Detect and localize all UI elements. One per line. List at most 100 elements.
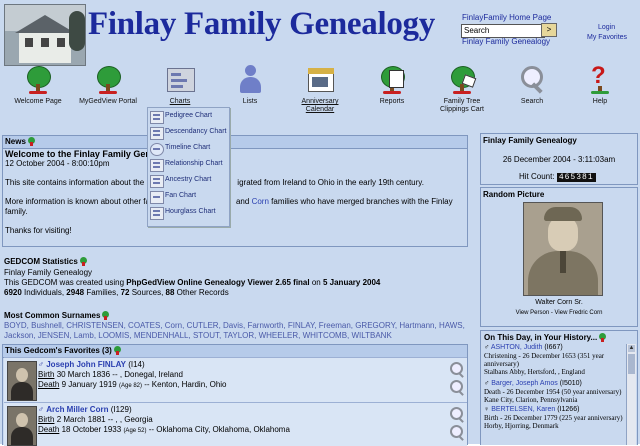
tree-icon	[79, 257, 87, 266]
nav-help[interactable]: ? Help	[568, 62, 632, 106]
sidebar-datetime: 26 December 2004 - 3:11:03am	[502, 155, 616, 164]
gedcom-stats-panel: GEDCOM Statistics Finlay Family Genealog…	[2, 257, 466, 343]
magnifier-icon[interactable]	[450, 425, 463, 438]
person-link[interactable]: Arch Miller Corn	[46, 405, 108, 414]
picture-links[interactable]: View Person - View Fredric Corn	[481, 308, 637, 318]
favorite-birth: Birth 2 March 1881 -- , , Georgia	[38, 415, 153, 424]
descendancy-chart-icon	[150, 127, 164, 140]
favorite-item: ♂ Joseph John FINLAY (I14) Birth 30 Marc…	[4, 357, 467, 402]
tree-icon	[113, 346, 121, 355]
charts-icon	[165, 64, 195, 94]
scroll-up-icon[interactable]: ▲	[628, 345, 635, 352]
nav-anniversary-calendar[interactable]: Anniversary Calendar	[288, 64, 352, 114]
menu-item-descendancy-chart[interactable]: Descendancy Chart	[150, 126, 228, 140]
news-paragraph-2-end: family.	[5, 207, 28, 216]
magnifier-icon[interactable]	[450, 380, 463, 393]
picture-caption: Walter Corn Sr.	[535, 299, 583, 306]
nav-label: Reports	[379, 98, 405, 105]
hit-counter: Hit Count: 465381	[519, 172, 596, 182]
menu-item-hourglass-chart[interactable]: Hourglass Chart	[150, 206, 228, 220]
event-item: ♂ Barger, Joseph Amos (I5010) Death - 26…	[484, 380, 622, 404]
nav-label: Anniversary Calendar	[301, 98, 339, 113]
gedcom-created-line: This GEDCOM was created using PhpGedView…	[4, 278, 381, 287]
tree-icon	[102, 311, 110, 320]
on-this-day-panel: On This Day, in Your History... ♂ ASHTON…	[480, 330, 638, 445]
hit-count-value: 465381	[556, 173, 596, 182]
favorites-panel: This Gedcom's Favorites (3) ♂ Joseph Joh…	[2, 344, 468, 446]
sidebar-site-title: Finlay Family Genealogy	[483, 136, 577, 145]
tree-icon	[93, 64, 123, 94]
on-this-day-heading: On This Day, in Your History...	[484, 333, 607, 343]
nav-label: Charts	[169, 98, 191, 105]
event-list-scrollbar[interactable]: ▲	[626, 344, 636, 445]
calendar-icon	[305, 64, 335, 94]
my-favorites-link[interactable]: My Favorites	[587, 34, 627, 41]
menu-item-timeline-chart[interactable]: Timeline Chart	[150, 142, 228, 156]
favorite-name-line: ♂ Joseph John FINLAY (I14)	[38, 360, 145, 369]
random-picture-panel: Random Picture Walter Corn Sr. View Pers…	[480, 187, 638, 327]
nav-lists[interactable]: Lists	[218, 64, 282, 106]
relationship-chart-icon	[150, 159, 164, 172]
surnames-heading: Most Common Surnames	[4, 311, 110, 321]
gedcom-stats-heading: GEDCOM Statistics	[4, 257, 87, 267]
ancestry-chart-icon	[150, 175, 164, 188]
nav-label: Help	[592, 98, 608, 105]
nav-label: Lists	[242, 98, 258, 105]
news-heading: News	[3, 136, 467, 149]
tree-icon	[23, 64, 53, 94]
portrait-photo[interactable]	[7, 406, 37, 446]
favorite-birth: Birth 30 March 1836 -- , Donegal, Irelan…	[38, 370, 183, 379]
surname-list-line-1[interactable]: BOYD, Bushnell, CHRISTENSEN, COATES, Cor…	[4, 321, 465, 331]
scroll-thumb[interactable]	[628, 354, 635, 374]
gedcom-name: Finlay Family Genealogy	[4, 268, 93, 277]
favorite-death: Death 18 October 1933 (Age 52) -- Oklaho…	[38, 425, 290, 434]
timeline-chart-icon	[150, 143, 164, 156]
nav-clippings-cart[interactable]: Family Tree Clippings Cart	[430, 64, 494, 114]
clippings-icon	[447, 64, 477, 94]
portrait-photo[interactable]	[7, 361, 37, 401]
fan-chart-icon	[150, 191, 164, 204]
tree-icon	[27, 137, 35, 146]
magnifier-icon[interactable]	[450, 362, 463, 375]
nav-label: Family Tree Clippings Cart	[440, 98, 484, 113]
house-photo	[4, 4, 86, 66]
event-person-link[interactable]: BERTELSEN, Karen	[491, 406, 555, 413]
favorite-name-line: ♂ Arch Miller Corn (I129)	[38, 405, 132, 414]
event-person-link[interactable]: ASHTON, Judith	[491, 344, 543, 351]
login-link[interactable]: Login	[598, 24, 615, 31]
menu-item-ancestry-chart[interactable]: Ancestry Chart	[150, 174, 228, 188]
event-item: ♂ ASHTON, Judith (I667) Christening - 26…	[484, 344, 605, 376]
favorite-item: ♂ Arch Miller Corn (I129) Birth 2 March …	[4, 402, 467, 446]
menu-item-fan-chart[interactable]: Fan Chart	[150, 190, 228, 204]
help-icon: ?	[585, 62, 615, 94]
home-page-link[interactable]: FinlayFamily Home Page	[462, 13, 551, 22]
gedcom-title-link[interactable]: Finlay Family Genealogy	[462, 37, 550, 46]
random-picture-photo[interactable]	[523, 202, 603, 296]
nav-mygedview-portal[interactable]: MyGedView Portal	[76, 64, 140, 106]
reports-icon	[377, 64, 407, 94]
nav-search[interactable]: Search	[500, 64, 564, 106]
corn-link[interactable]: Corn	[252, 197, 269, 206]
nav-reports[interactable]: Reports	[360, 64, 424, 106]
random-picture-heading: Random Picture	[483, 190, 545, 199]
site-title: Finlay Family Genealogy	[88, 6, 435, 42]
surname-list-line-2[interactable]: Jackson, JENSEN, Lamb, LOOMIS, MENDENHAL…	[4, 331, 392, 341]
nav-label: MyGedView Portal	[79, 98, 137, 105]
nav-charts[interactable]: Charts	[148, 64, 212, 106]
nav-welcome-page[interactable]: Welcome Page	[6, 64, 70, 106]
magnifier-icon[interactable]	[450, 407, 463, 420]
news-date: 12 October 2004 - 8:00:10pm	[5, 159, 110, 168]
person-link[interactable]: Joseph John FINLAY	[46, 360, 126, 369]
menu-item-pedigree-chart[interactable]: Pedigree Chart	[150, 110, 228, 124]
pedigree-chart-icon	[150, 111, 164, 124]
nav-label: Search	[520, 98, 544, 105]
news-thanks: Thanks for visiting!	[5, 226, 72, 235]
search-input[interactable]	[461, 24, 545, 38]
magnifier-icon	[517, 64, 547, 94]
news-panel: News Welcome to the Finlay Family Geneal…	[2, 135, 468, 247]
menu-item-relationship-chart[interactable]: Relationship Chart	[150, 158, 228, 172]
site-info-panel: Finlay Family Genealogy 26 December 2004…	[480, 133, 638, 185]
charts-dropdown-menu: Pedigree Chart Descendancy Chart Timelin…	[147, 107, 230, 227]
search-go-button[interactable]: >	[541, 23, 557, 37]
event-person-link[interactable]: Barger, Joseph Amos	[491, 380, 558, 387]
